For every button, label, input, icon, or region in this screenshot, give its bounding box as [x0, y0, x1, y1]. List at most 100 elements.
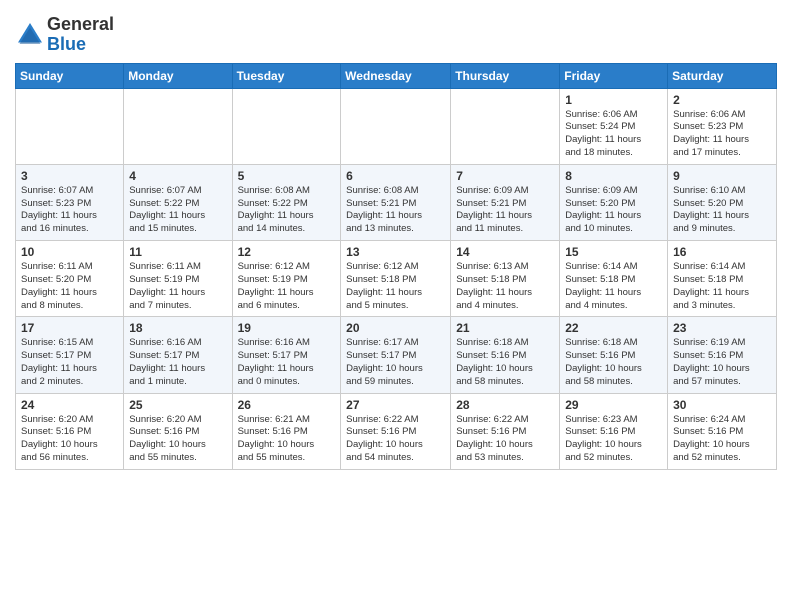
- calendar-cell: 29 Sunrise: 6:23 AMSunset: 5:16 PMDayligh…: [560, 393, 668, 469]
- day-number: 19: [238, 321, 336, 335]
- calendar-cell: 28 Sunrise: 6:22 AMSunset: 5:16 PMDayligh…: [451, 393, 560, 469]
- calendar-cell: 30 Sunrise: 6:24 AMSunset: 5:16 PMDayligh…: [668, 393, 777, 469]
- day-number: 16: [673, 245, 771, 259]
- day-info: Sunrise: 6:07 AMSunset: 5:22 PMDaylight:…: [129, 185, 226, 236]
- calendar-week-1: 1 Sunrise: 6:06 AMSunset: 5:24 PMDaylight…: [16, 88, 777, 164]
- calendar-cell: 1 Sunrise: 6:06 AMSunset: 5:24 PMDaylight…: [560, 88, 668, 164]
- day-number: 8: [565, 169, 662, 183]
- calendar-cell: 3Sunrise: 6:07 AMSunset: 5:23 PMDaylight…: [16, 164, 124, 240]
- day-number: 27: [346, 398, 445, 412]
- day-info: Sunrise: 6:18 AMSunset: 5:16 PMDaylight:…: [456, 337, 554, 388]
- day-number: 5: [238, 169, 336, 183]
- day-number: 18: [129, 321, 226, 335]
- day-number: 6: [346, 169, 445, 183]
- day-info: Sunrise: 6:07 AMSunset: 5:23 PMDaylight:…: [21, 185, 118, 236]
- day-number: 2: [673, 93, 771, 107]
- calendar-cell: [341, 88, 451, 164]
- logo-line2: Blue: [47, 35, 114, 55]
- day-info: Sunrise: 6:08 AMSunset: 5:21 PMDaylight:…: [346, 185, 445, 236]
- calendar-cell: [232, 88, 341, 164]
- calendar-cell: 2 Sunrise: 6:06 AMSunset: 5:23 PMDaylight…: [668, 88, 777, 164]
- calendar-cell: 5 Sunrise: 6:08 AMSunset: 5:22 PMDaylight…: [232, 164, 341, 240]
- day-number: 15: [565, 245, 662, 259]
- day-info: Sunrise: 6:17 AMSunset: 5:17 PMDaylight:…: [346, 337, 445, 388]
- day-number: 1: [565, 93, 662, 107]
- day-info: Sunrise: 6:11 AMSunset: 5:19 PMDaylight:…: [129, 261, 226, 312]
- calendar-week-5: 24 Sunrise: 6:20 AMSunset: 5:16 PMDayligh…: [16, 393, 777, 469]
- day-number: 30: [673, 398, 771, 412]
- weekday-header-wednesday: Wednesday: [341, 63, 451, 88]
- day-info: Sunrise: 6:24 AMSunset: 5:16 PMDaylight:…: [673, 414, 771, 465]
- weekday-header-monday: Monday: [124, 63, 232, 88]
- calendar-cell: 6 Sunrise: 6:08 AMSunset: 5:21 PMDaylight…: [341, 164, 451, 240]
- weekday-header-row: SundayMondayTuesdayWednesdayThursdayFrid…: [16, 63, 777, 88]
- day-info: Sunrise: 6:12 AMSunset: 5:19 PMDaylight:…: [238, 261, 336, 312]
- day-info: Sunrise: 6:06 AMSunset: 5:24 PMDaylight:…: [565, 109, 662, 160]
- calendar-cell: 24 Sunrise: 6:20 AMSunset: 5:16 PMDayligh…: [16, 393, 124, 469]
- day-number: 13: [346, 245, 445, 259]
- day-info: Sunrise: 6:13 AMSunset: 5:18 PMDaylight:…: [456, 261, 554, 312]
- day-info: Sunrise: 6:09 AMSunset: 5:20 PMDaylight:…: [565, 185, 662, 236]
- calendar-cell: 11 Sunrise: 6:11 AMSunset: 5:19 PMDayligh…: [124, 241, 232, 317]
- day-number: 20: [346, 321, 445, 335]
- day-info: Sunrise: 6:06 AMSunset: 5:23 PMDaylight:…: [673, 109, 771, 160]
- calendar-cell: 19Sunrise: 6:16 AMSunset: 5:17 PMDayligh…: [232, 317, 341, 393]
- logo: General Blue: [15, 15, 114, 55]
- calendar-cell: 8 Sunrise: 6:09 AMSunset: 5:20 PMDaylight…: [560, 164, 668, 240]
- day-number: 23: [673, 321, 771, 335]
- calendar-cell: 26Sunrise: 6:21 AMSunset: 5:16 PMDayligh…: [232, 393, 341, 469]
- calendar-cell: 17 Sunrise: 6:15 AMSunset: 5:17 PMDayligh…: [16, 317, 124, 393]
- calendar-cell: 18Sunrise: 6:16 AMSunset: 5:17 PMDayligh…: [124, 317, 232, 393]
- day-number: 21: [456, 321, 554, 335]
- day-number: 24: [21, 398, 118, 412]
- day-number: 28: [456, 398, 554, 412]
- calendar-cell: 15 Sunrise: 6:14 AMSunset: 5:18 PMDayligh…: [560, 241, 668, 317]
- calendar-cell: [451, 88, 560, 164]
- day-info: Sunrise: 6:12 AMSunset: 5:18 PMDaylight:…: [346, 261, 445, 312]
- calendar-cell: 16 Sunrise: 6:14 AMSunset: 5:18 PMDayligh…: [668, 241, 777, 317]
- calendar-cell: 7Sunrise: 6:09 AMSunset: 5:21 PMDaylight…: [451, 164, 560, 240]
- calendar-cell: 9 Sunrise: 6:10 AMSunset: 5:20 PMDaylight…: [668, 164, 777, 240]
- day-info: Sunrise: 6:20 AMSunset: 5:16 PMDaylight:…: [21, 414, 118, 465]
- day-number: 17: [21, 321, 118, 335]
- weekday-header-thursday: Thursday: [451, 63, 560, 88]
- weekday-header-saturday: Saturday: [668, 63, 777, 88]
- day-number: 29: [565, 398, 662, 412]
- calendar-week-2: 3Sunrise: 6:07 AMSunset: 5:23 PMDaylight…: [16, 164, 777, 240]
- calendar-cell: 20 Sunrise: 6:17 AMSunset: 5:17 PMDayligh…: [341, 317, 451, 393]
- day-number: 26: [238, 398, 336, 412]
- weekday-header-sunday: Sunday: [16, 63, 124, 88]
- day-info: Sunrise: 6:22 AMSunset: 5:16 PMDaylight:…: [456, 414, 554, 465]
- calendar-cell: 12Sunrise: 6:12 AMSunset: 5:19 PMDayligh…: [232, 241, 341, 317]
- header: General Blue: [15, 10, 777, 55]
- calendar-cell: 27 Sunrise: 6:22 AMSunset: 5:16 PMDayligh…: [341, 393, 451, 469]
- weekday-header-friday: Friday: [560, 63, 668, 88]
- calendar-cell: 10 Sunrise: 6:11 AMSunset: 5:20 PMDayligh…: [16, 241, 124, 317]
- day-number: 9: [673, 169, 771, 183]
- calendar-table: SundayMondayTuesdayWednesdayThursdayFrid…: [15, 63, 777, 470]
- calendar-cell: 23Sunrise: 6:19 AMSunset: 5:16 PMDayligh…: [668, 317, 777, 393]
- day-info: Sunrise: 6:18 AMSunset: 5:16 PMDaylight:…: [565, 337, 662, 388]
- day-info: Sunrise: 6:10 AMSunset: 5:20 PMDaylight:…: [673, 185, 771, 236]
- day-number: 10: [21, 245, 118, 259]
- page: General Blue SundayMondayTuesdayWednesda…: [0, 0, 792, 485]
- day-info: Sunrise: 6:11 AMSunset: 5:20 PMDaylight:…: [21, 261, 118, 312]
- calendar-cell: 13 Sunrise: 6:12 AMSunset: 5:18 PMDayligh…: [341, 241, 451, 317]
- day-info: Sunrise: 6:09 AMSunset: 5:21 PMDaylight:…: [456, 185, 554, 236]
- day-number: 11: [129, 245, 226, 259]
- day-number: 4: [129, 169, 226, 183]
- day-info: Sunrise: 6:22 AMSunset: 5:16 PMDaylight:…: [346, 414, 445, 465]
- calendar-cell: 22Sunrise: 6:18 AMSunset: 5:16 PMDayligh…: [560, 317, 668, 393]
- day-info: Sunrise: 6:14 AMSunset: 5:18 PMDaylight:…: [673, 261, 771, 312]
- calendar-cell: [16, 88, 124, 164]
- day-info: Sunrise: 6:08 AMSunset: 5:22 PMDaylight:…: [238, 185, 336, 236]
- day-info: Sunrise: 6:14 AMSunset: 5:18 PMDaylight:…: [565, 261, 662, 312]
- day-info: Sunrise: 6:23 AMSunset: 5:16 PMDaylight:…: [565, 414, 662, 465]
- logo-line1: General: [47, 15, 114, 35]
- day-number: 14: [456, 245, 554, 259]
- calendar-cell: 25Sunrise: 6:20 AMSunset: 5:16 PMDayligh…: [124, 393, 232, 469]
- calendar-week-3: 10 Sunrise: 6:11 AMSunset: 5:20 PMDayligh…: [16, 241, 777, 317]
- calendar-cell: 14 Sunrise: 6:13 AMSunset: 5:18 PMDayligh…: [451, 241, 560, 317]
- day-info: Sunrise: 6:15 AMSunset: 5:17 PMDaylight:…: [21, 337, 118, 388]
- calendar-cell: 4 Sunrise: 6:07 AMSunset: 5:22 PMDaylight…: [124, 164, 232, 240]
